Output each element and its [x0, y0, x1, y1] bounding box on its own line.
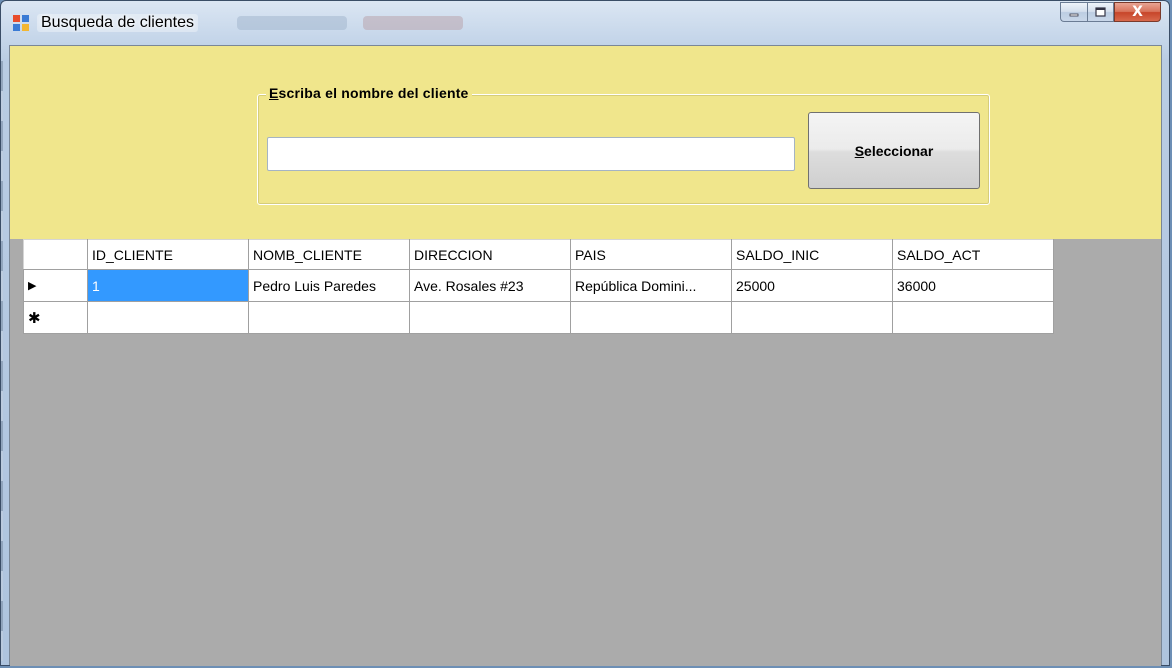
- caption-buttons: X: [1060, 2, 1161, 22]
- maximize-icon: [1095, 7, 1106, 17]
- label-text: scriba el nombre del cliente: [278, 85, 469, 101]
- title-bar[interactable]: Busqueda de clientes X: [1, 1, 1169, 45]
- table-cell[interactable]: Pedro Luis Paredes: [248, 269, 410, 302]
- table-cell[interactable]: Ave. Rosales #23: [409, 269, 571, 302]
- column-header[interactable]: SALDO_ACT: [892, 239, 1054, 270]
- table-cell[interactable]: [731, 301, 893, 334]
- column-header[interactable]: SALDO_INIC: [731, 239, 893, 270]
- form-client-area: Escriba el nombre del cliente Selecciona…: [9, 45, 1162, 666]
- table-cell[interactable]: 25000: [731, 269, 893, 302]
- table-cell[interactable]: República Domini...: [570, 269, 732, 302]
- app-icon: [13, 15, 29, 31]
- row-header-corner[interactable]: [23, 239, 88, 270]
- select-button[interactable]: Seleccionar: [808, 112, 980, 189]
- header-row: ID_CLIENTE NOMB_CLIENTE DIRECCION PAIS S…: [23, 239, 1054, 270]
- table-cell[interactable]: [570, 301, 732, 334]
- background-blur: [237, 16, 347, 30]
- minimize-button[interactable]: [1060, 2, 1087, 22]
- search-panel: Escriba el nombre del cliente Selecciona…: [10, 46, 1161, 239]
- background-blur: [363, 16, 463, 30]
- column-header[interactable]: DIRECCION: [409, 239, 571, 270]
- window-edge: [1, 61, 3, 661]
- table-cell[interactable]: [248, 301, 410, 334]
- new-row[interactable]: ✱: [23, 301, 1054, 334]
- column-header[interactable]: ID_CLIENTE: [87, 239, 249, 270]
- window-title: Busqueda de clientes: [37, 14, 198, 32]
- column-header[interactable]: PAIS: [570, 239, 732, 270]
- table-cell[interactable]: [87, 301, 249, 334]
- search-groupbox: Escriba el nombre del cliente Selecciona…: [257, 85, 990, 205]
- current-row-indicator-icon[interactable]: ▶: [23, 269, 88, 302]
- label-access-key: E: [269, 85, 279, 101]
- button-text: eleccionar: [864, 142, 934, 159]
- table-cell[interactable]: 36000: [892, 269, 1054, 302]
- client-name-input[interactable]: [267, 137, 795, 171]
- button-access-key: S: [854, 142, 865, 159]
- minimize-icon: [1069, 13, 1079, 17]
- column-header[interactable]: NOMB_CLIENTE: [248, 239, 410, 270]
- groupbox-label: Escriba el nombre del cliente: [266, 85, 472, 101]
- new-row-indicator-icon[interactable]: ✱: [23, 301, 88, 334]
- select-button-label: Seleccionar: [855, 143, 934, 159]
- table-row[interactable]: ▶ 1 Pedro Luis Paredes Ave. Rosales #23 …: [23, 269, 1054, 302]
- table-cell[interactable]: [409, 301, 571, 334]
- maximize-button[interactable]: [1087, 2, 1114, 22]
- close-icon: X: [1132, 4, 1143, 20]
- table-cell[interactable]: [892, 301, 1054, 334]
- table-cell[interactable]: 1: [87, 269, 249, 302]
- close-button[interactable]: X: [1114, 2, 1161, 22]
- clients-datagrid[interactable]: ID_CLIENTE NOMB_CLIENTE DIRECCION PAIS S…: [10, 239, 1161, 666]
- app-window: Busqueda de clientes X Escriba el nombre…: [0, 0, 1170, 666]
- clients-table: ID_CLIENTE NOMB_CLIENTE DIRECCION PAIS S…: [23, 239, 1054, 334]
